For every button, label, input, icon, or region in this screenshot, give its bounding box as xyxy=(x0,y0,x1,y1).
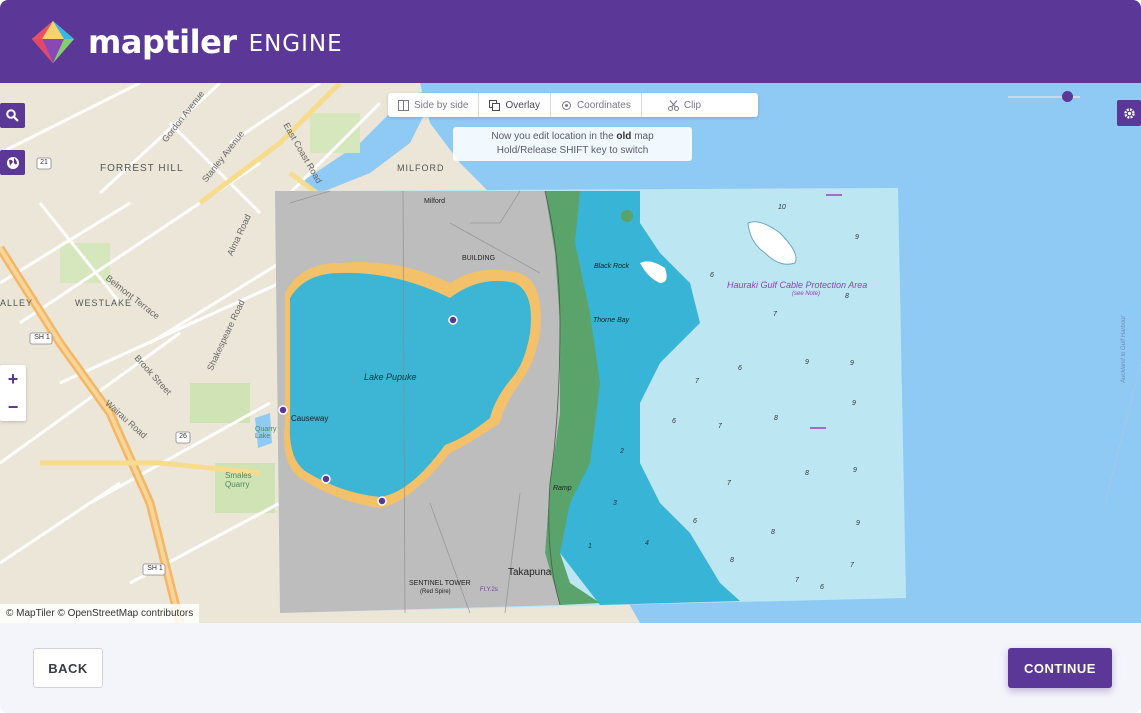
svg-text:8: 8 xyxy=(771,529,775,536)
zoom-in-button[interactable]: + xyxy=(0,365,26,393)
svg-text:6: 6 xyxy=(820,584,824,591)
label-smales-quarry: Smales Quarry xyxy=(225,471,252,489)
crosshair-icon xyxy=(561,100,571,110)
overlay-label: Overlay xyxy=(505,99,540,111)
clip-label: Clip xyxy=(683,99,702,111)
scissors-icon xyxy=(667,99,679,111)
continue-button[interactable]: CONTINUE xyxy=(1008,648,1112,688)
svg-text:8: 8 xyxy=(730,557,734,564)
label-quarry-lake: Quarry Lake xyxy=(255,426,277,440)
label-forrest-hill: FORREST HILL xyxy=(100,163,184,174)
label-lake-pupuke: Lake Pupuke xyxy=(364,372,417,382)
svg-text:8: 8 xyxy=(805,470,809,477)
opacity-slider[interactable] xyxy=(1008,91,1080,102)
label-thorne-bay: Thorne Bay xyxy=(593,317,630,324)
svg-text:9: 9 xyxy=(850,360,854,367)
svg-text:9: 9 xyxy=(852,400,856,407)
view-mode-toolbar: Side by side Overlay Coordinates Clip xyxy=(388,93,758,117)
search-button[interactable] xyxy=(0,103,25,128)
label-sh1-a: SH 1 xyxy=(34,334,50,341)
label-hauraki-note: (see Note) xyxy=(792,291,821,297)
svg-text:4: 4 xyxy=(645,540,649,547)
zoom-out-button[interactable]: − xyxy=(0,393,26,421)
clip-button[interactable]: Clip xyxy=(642,93,711,117)
search-icon xyxy=(6,109,19,122)
svg-text:6: 6 xyxy=(738,365,742,372)
label-auckland-gulf-harbour: Auckland to Gulf Harbour xyxy=(1121,315,1127,383)
back-button[interactable]: BACK xyxy=(33,648,103,688)
coordinates-label: Coordinates xyxy=(576,99,631,111)
gear-icon xyxy=(1123,107,1135,119)
map-canvas[interactable]: 10 9 6 786 997 896 789 768 987 673 412 F… xyxy=(0,83,1141,623)
label-sentinel-sub: (Red Spire) xyxy=(420,589,451,595)
svg-text:9: 9 xyxy=(856,520,860,527)
edit-hint-box: Now you edit location in the old map Hol… xyxy=(453,127,692,161)
label-sentinel-tower: SENTINEL TOWER xyxy=(409,580,471,587)
label-building: BUILDING xyxy=(462,255,496,262)
label-flag: Fl.Y.2s xyxy=(480,587,498,593)
coordinates-button[interactable]: Coordinates xyxy=(551,93,642,117)
zoom-control: + − xyxy=(0,365,26,421)
svg-text:8: 8 xyxy=(774,415,778,422)
maptiler-logo-icon xyxy=(30,19,76,65)
svg-text:6: 6 xyxy=(693,518,697,525)
app-window: maptiler ENGINE 10 9 6 7 8 6 9 9 7 8 9 6… xyxy=(0,0,1141,713)
globe-button[interactable] xyxy=(0,150,25,175)
brand-name: maptiler xyxy=(88,22,237,61)
label-ramp: Ramp xyxy=(553,485,572,492)
label-black-rock: Black Rock xyxy=(594,263,630,270)
label-sh1-b: SH 1 xyxy=(147,565,163,572)
globe-icon xyxy=(6,156,19,169)
overlay-icon xyxy=(489,99,501,111)
svg-text:9: 9 xyxy=(805,359,809,366)
label-alley: ALLEY xyxy=(0,298,34,308)
brand-subtitle: ENGINE xyxy=(248,30,343,57)
svg-text:9: 9 xyxy=(853,467,857,474)
label-route-26: 26 xyxy=(179,433,187,440)
slider-knob[interactable] xyxy=(1062,91,1073,102)
label-hauraki-gulf: Hauraki Gulf Cable Protection Area xyxy=(727,280,868,290)
svg-text:1: 1 xyxy=(588,543,592,550)
side-by-side-label: Side by side xyxy=(414,99,469,111)
settings-button[interactable] xyxy=(1117,100,1141,126)
svg-text:3: 3 xyxy=(613,500,617,507)
label-route-21: 21 xyxy=(40,159,48,166)
footer-bar: BACK CONTINUE xyxy=(0,623,1141,713)
columns-icon xyxy=(398,99,409,111)
overlay-button[interactable]: Overlay xyxy=(479,93,551,117)
svg-text:2: 2 xyxy=(619,448,624,455)
svg-text:10: 10 xyxy=(778,204,786,211)
map-attribution: © MapTiler © OpenStreetMap contributors xyxy=(0,604,200,623)
hint-line-1: Now you edit location in the old map xyxy=(491,131,654,142)
svg-text:6: 6 xyxy=(710,272,714,279)
side-by-side-button[interactable]: Side by side xyxy=(388,93,480,117)
svg-text:6: 6 xyxy=(672,418,676,425)
label-milford-old: Milford xyxy=(424,198,446,205)
label-westlake: WESTLAKE xyxy=(75,298,133,308)
svg-text:8: 8 xyxy=(845,293,849,300)
label-takapuna: Takapuna xyxy=(508,567,552,578)
svg-text:9: 9 xyxy=(855,234,859,241)
label-milford: MILFORD xyxy=(397,163,445,173)
hint-line-2: Hold/Release SHIFT key to switch xyxy=(496,145,649,156)
label-causeway: Causeway xyxy=(291,414,329,423)
app-header: maptiler ENGINE xyxy=(0,0,1141,83)
